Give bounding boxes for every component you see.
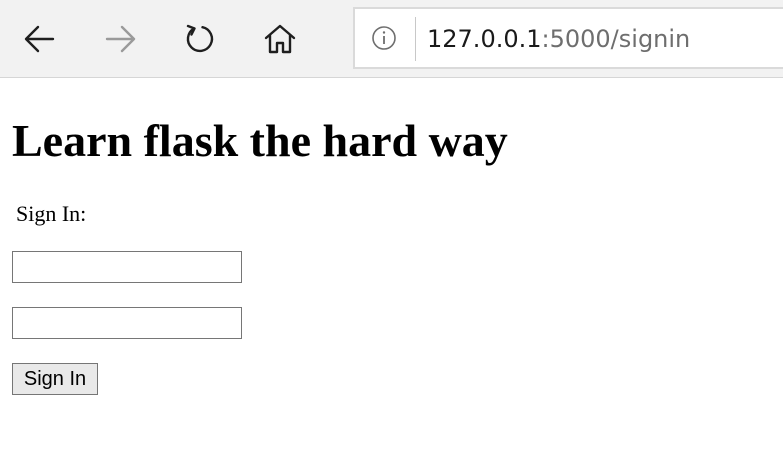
address-bar[interactable]: 127.0.0.1:5000/signin [353,7,783,69]
sign-in-button[interactable]: Sign In [12,363,98,395]
url-path: :5000/signin [541,25,691,53]
arrow-left-icon [24,25,55,53]
username-field[interactable] [12,251,242,283]
back-button[interactable] [20,19,60,59]
refresh-button[interactable] [180,19,220,59]
forward-button[interactable] [100,19,140,59]
browser-toolbar: 127.0.0.1:5000/signin [0,0,783,78]
info-icon[interactable] [371,25,397,51]
url-text[interactable]: 127.0.0.1:5000/signin [427,23,690,55]
sign-in-label: Sign In: [16,201,87,226]
refresh-icon [186,24,214,53]
password-field[interactable] [12,307,242,339]
url-host: 127.0.0.1 [427,25,542,53]
address-divider [415,17,416,61]
home-icon [264,24,296,54]
page-content: Learn flask the hard way Sign In: Sign I… [0,79,783,451]
home-button[interactable] [260,19,300,59]
arrow-right-icon [105,25,136,53]
page-title: Learn flask the hard way [12,115,508,166]
